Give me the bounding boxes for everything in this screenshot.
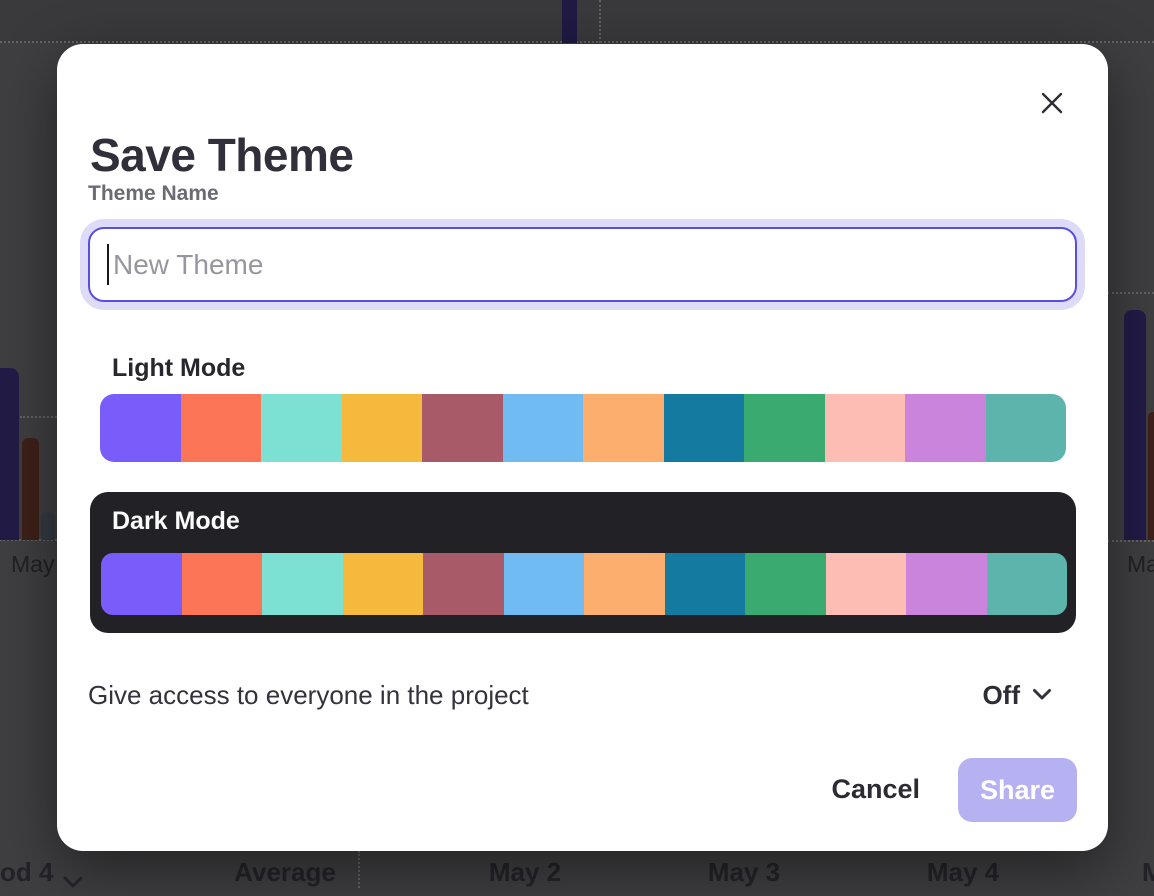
theme-name-input[interactable] bbox=[88, 227, 1077, 302]
palette-swatch bbox=[745, 553, 826, 615]
palette-swatch bbox=[342, 394, 423, 462]
palette-swatch bbox=[101, 553, 182, 615]
palette-swatch bbox=[100, 394, 181, 462]
palette-swatch bbox=[423, 553, 504, 615]
save-theme-dialog: Save Theme Theme Name Light Mode Dark Mo… bbox=[57, 44, 1108, 851]
share-button[interactable]: Share bbox=[958, 758, 1077, 822]
close-icon bbox=[1039, 104, 1065, 119]
backdrop-axis-label: May 3 bbox=[708, 857, 780, 888]
dark-mode-card: Dark Mode bbox=[90, 492, 1076, 633]
access-label: Give access to everyone in the project bbox=[88, 680, 529, 711]
chevron-down-icon bbox=[1032, 688, 1052, 704]
palette-swatch bbox=[504, 553, 585, 615]
backdrop-axis-labels: od 4 M Average May 2 May 3 May 4 bbox=[0, 857, 1154, 888]
backdrop-axis-label: May 2 bbox=[489, 857, 561, 888]
palette-swatch bbox=[744, 394, 825, 462]
backdrop-axis-label: May 4 bbox=[927, 857, 999, 888]
cancel-button[interactable]: Cancel bbox=[831, 774, 920, 805]
dialog-title: Save Theme bbox=[90, 128, 353, 182]
backdrop-bar bbox=[0, 368, 19, 540]
backdrop-axis-label-clipped: M bbox=[1142, 857, 1154, 888]
backdrop-bar bbox=[1124, 310, 1146, 540]
palette-swatch bbox=[262, 553, 343, 615]
backdrop-series-label: Ma bbox=[1127, 551, 1154, 578]
access-toggle-dropdown[interactable]: Off bbox=[982, 680, 1052, 711]
text-caret bbox=[107, 244, 109, 285]
theme-name-field-wrapper bbox=[80, 219, 1085, 310]
palette-swatch bbox=[261, 394, 342, 462]
palette-swatch bbox=[583, 394, 664, 462]
palette-swatch bbox=[905, 394, 986, 462]
light-mode-palette bbox=[100, 394, 1066, 462]
backdrop-marker-line bbox=[20, 416, 57, 418]
backdrop-bar bbox=[41, 512, 55, 540]
backdrop-period-selector: od 4 bbox=[0, 857, 53, 888]
palette-swatch bbox=[665, 553, 746, 615]
palette-swatch bbox=[664, 394, 745, 462]
palette-swatch bbox=[584, 553, 665, 615]
palette-swatch bbox=[343, 553, 424, 615]
palette-swatch bbox=[182, 553, 263, 615]
backdrop-bar bbox=[22, 438, 39, 540]
light-mode-label: Light Mode bbox=[112, 354, 245, 383]
backdrop-series-label: May bbox=[11, 551, 54, 578]
backdrop-gridline bbox=[599, 0, 601, 43]
palette-swatch bbox=[986, 394, 1067, 462]
close-button[interactable] bbox=[1036, 88, 1068, 120]
chevron-down-icon bbox=[62, 865, 84, 896]
backdrop-marker-line bbox=[1107, 292, 1154, 294]
backdrop-bar bbox=[1148, 412, 1154, 540]
dark-mode-label: Dark Mode bbox=[112, 507, 240, 536]
palette-swatch bbox=[826, 553, 907, 615]
backdrop-top-strip bbox=[0, 0, 1154, 43]
backdrop-axis-label: Average bbox=[234, 857, 336, 888]
palette-swatch bbox=[825, 394, 906, 462]
access-toggle-value: Off bbox=[982, 680, 1020, 711]
palette-swatch bbox=[181, 394, 262, 462]
backdrop-bar bbox=[562, 0, 577, 43]
palette-swatch bbox=[987, 553, 1068, 615]
palette-swatch bbox=[503, 394, 584, 462]
palette-swatch bbox=[906, 553, 987, 615]
dark-mode-palette bbox=[101, 553, 1067, 615]
theme-name-label: Theme Name bbox=[88, 182, 219, 206]
palette-swatch bbox=[422, 394, 503, 462]
backdrop-baseline bbox=[1107, 540, 1154, 542]
